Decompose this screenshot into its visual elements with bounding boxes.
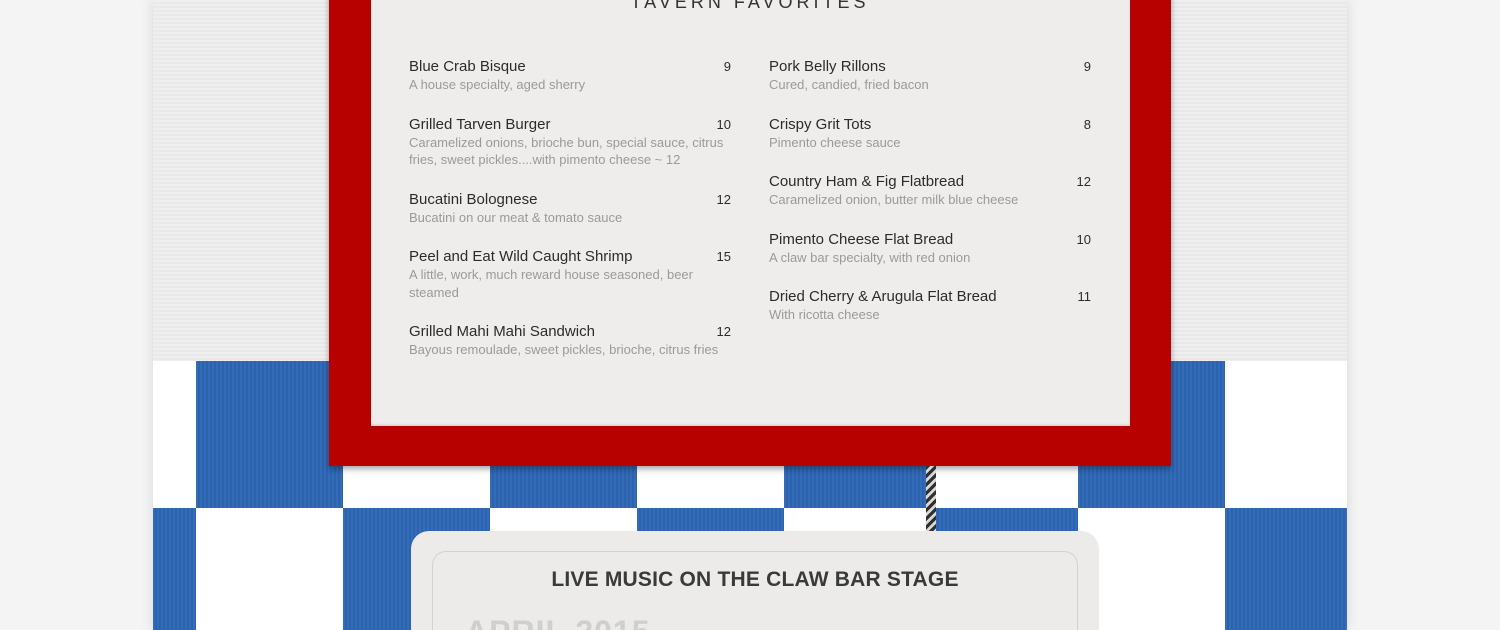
- item-description: Pimento cheese sauce: [769, 134, 901, 150]
- item-price: 8: [1083, 116, 1091, 132]
- item-description: Bucatini on our meat & tomato sauce: [409, 209, 623, 225]
- item-description: Bayous remoulade, sweet pickles, brioche…: [409, 342, 719, 357]
- item-price: 12: [716, 324, 731, 339]
- music-month: APRIL 2015: [465, 614, 651, 630]
- menu-column-left: Blue Crab Bisque 9 A house specialty, ag…: [409, 58, 731, 381]
- item-name: Crispy Grit Tots: [769, 115, 872, 133]
- menu-item: Dried Cherry & Arugula Flat Bread 11 Wit…: [769, 288, 1091, 324]
- menu-item: Blue Crab Bisque 9 A house specialty, ag…: [409, 58, 731, 94]
- item-name: Grilled Mahi Mahi Sandwich: [409, 323, 595, 340]
- menu-item: Country Ham & Fig Flatbread 12 Carameliz…: [769, 173, 1091, 209]
- item-name: Bucatini Bolognese: [409, 190, 538, 208]
- item-description: A little, work, much reward house season…: [409, 267, 693, 300]
- item-price: 15: [716, 249, 731, 264]
- menu-item: Grilled Tarven Burger 10 Caramelized oni…: [409, 116, 731, 169]
- checker-square: [1225, 508, 1347, 630]
- menu-column-right: Pork Belly Rillons 9 Cured, candied, fri…: [769, 58, 1091, 346]
- menu-item: Pimento Cheese Flat Bread 10 A claw bar …: [769, 231, 1091, 267]
- item-name: Blue Crab Bisque: [409, 58, 526, 75]
- item-description: With ricotta cheese: [769, 307, 880, 322]
- item-price: 12: [1076, 174, 1091, 189]
- item-name: Pimento Cheese Flat Bread: [769, 230, 954, 248]
- item-name: Grilled Tarven Burger: [409, 115, 551, 133]
- menu-item: Grilled Mahi Mahi Sandwich 12 Bayous rem…: [409, 323, 731, 359]
- item-price: 10: [1076, 231, 1091, 247]
- menu-item: Crispy Grit Tots 8 Pimento cheese sauce: [769, 116, 1091, 152]
- item-name: Country Ham & Fig Flatbread: [769, 173, 965, 190]
- item-price: 11: [1077, 289, 1092, 304]
- section-title: TAVERN FAVORITES: [409, 0, 1091, 12]
- checker-square: [153, 508, 196, 630]
- item-description: Cured, candied, fried bacon: [769, 77, 929, 92]
- section-title-text: TAVERN FAVORITES: [630, 0, 870, 12]
- item-name: Pork Belly Rillons: [769, 58, 886, 75]
- item-description: Caramelized onion, butter milk blue chee…: [769, 192, 1019, 207]
- item-price: 10: [716, 116, 731, 132]
- item-description: A claw bar specialty, with red onion: [769, 249, 971, 265]
- item-price: 12: [716, 191, 731, 207]
- checker-square: [196, 361, 343, 508]
- item-name: Dried Cherry & Arugula Flat Bread: [769, 288, 997, 305]
- hanging-rope: [926, 466, 936, 532]
- menu-item: Bucatini Bolognese 12 Bucatini on our me…: [409, 191, 731, 227]
- item-price: 9: [1083, 59, 1091, 74]
- menu-item: Peel and Eat Wild Caught Shrimp 15 A lit…: [409, 248, 731, 301]
- menu-item: Pork Belly Rillons 9 Cured, candied, fri…: [769, 58, 1091, 94]
- item-price: 9: [723, 59, 731, 74]
- item-description: A house specialty, aged sherry: [409, 77, 586, 92]
- music-title: LIVE MUSIC ON THE CLAW BAR STAGE: [551, 568, 959, 591]
- item-description: Caramelized onions, brioche bun, special…: [409, 134, 724, 168]
- item-name: Peel and Eat Wild Caught Shrimp: [409, 248, 633, 265]
